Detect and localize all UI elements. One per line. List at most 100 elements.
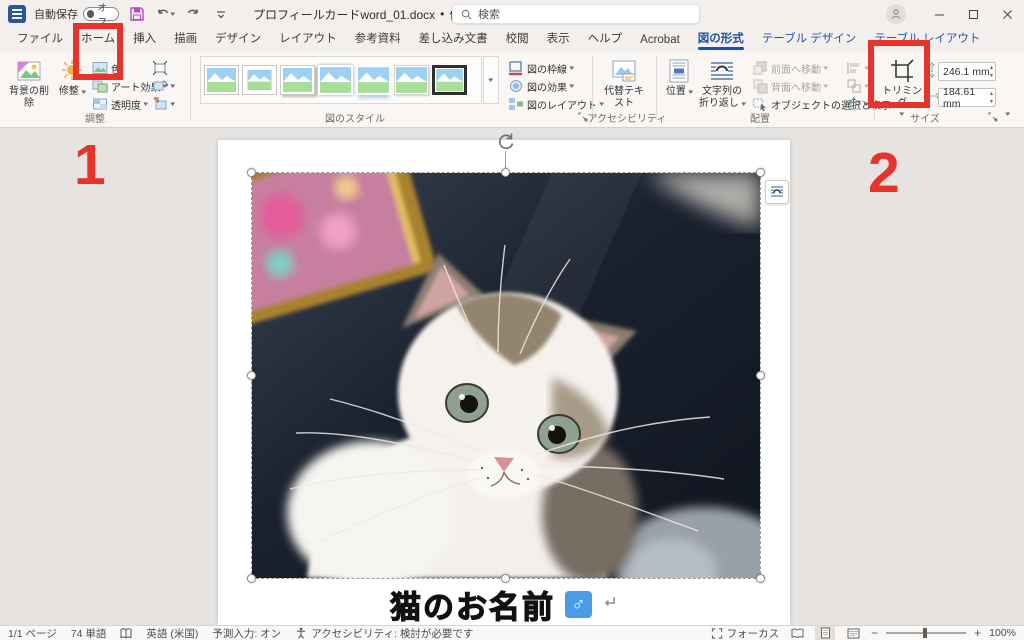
tab-layout[interactable]: レイアウト (270, 26, 346, 52)
redo-button[interactable] (183, 4, 203, 24)
shape-width-input[interactable]: 184.61 mm ▴▾ (938, 88, 996, 107)
read-mode-button[interactable] (787, 626, 807, 640)
change-picture-button[interactable]: ▾ (152, 78, 175, 94)
focus-mode-button[interactable]: フォーカス (711, 626, 780, 640)
adjust-group-label: 調整 (60, 110, 130, 125)
search-input[interactable]: 検索 (452, 4, 700, 24)
minimize-button[interactable] (922, 0, 956, 28)
caption-text[interactable]: 猫のお名前 (390, 582, 555, 627)
autosave-label: 自動保存 (34, 6, 78, 22)
redo-icon (185, 6, 201, 22)
picture-style-5[interactable] (356, 65, 391, 95)
picture-layout-icon (508, 96, 524, 112)
bring-forward-button[interactable]: 前面へ移動 ▾ (752, 60, 828, 76)
web-layout-icon (847, 628, 860, 639)
tab-help[interactable]: ヘルプ (579, 26, 632, 52)
saved-separator: • (440, 7, 444, 21)
resize-handle-ne[interactable] (756, 168, 765, 177)
position-button[interactable]: 位置 ▾ (662, 58, 696, 98)
zoom-slider-handle[interactable] (923, 628, 927, 638)
page-indicator[interactable]: 1/1 ページ (8, 626, 57, 640)
web-layout-button[interactable] (843, 626, 863, 640)
gallery-more-button[interactable]: ▾ (483, 56, 499, 104)
title-bar: 自動保存 オフ ▾ プロフィールカードword_01.docx • 保 (0, 0, 1024, 28)
size-dialog-launcher[interactable] (988, 112, 998, 122)
tab-references[interactable]: 参考資料 (346, 26, 410, 52)
status-right: フォーカス − + 100% (711, 626, 1016, 640)
zoom-in-button[interactable]: + (974, 626, 981, 640)
reset-picture-button[interactable]: ▾ (152, 96, 175, 112)
maximize-icon (968, 9, 979, 20)
resize-handle-n[interactable] (501, 168, 510, 177)
corrections-label: 修整 (59, 86, 79, 97)
print-layout-button[interactable] (815, 626, 835, 640)
tab-table-design[interactable]: テーブル デザイン (753, 26, 866, 52)
paragraph-return-icon (602, 594, 618, 615)
wrap-text-button[interactable]: 文字列の折り返し ▾ (698, 58, 746, 109)
resize-handle-nw[interactable] (247, 168, 256, 177)
text-prediction-indicator[interactable]: 予測入力: オン (212, 626, 281, 640)
picture-style-3[interactable] (280, 65, 315, 95)
collapse-ribbon-button[interactable]: ▾ (1006, 110, 1010, 118)
status-bar: 1/1 ページ 74 単語 英語 (米国) 予測入力: オン アクセシビリティ:… (0, 625, 1024, 640)
picture-effects-button[interactable]: 図の効果 ▾ (508, 78, 574, 94)
artistic-effects-icon (92, 78, 108, 94)
language-indicator[interactable]: 英語 (米国) (146, 626, 198, 640)
save-button[interactable] (127, 4, 147, 24)
remove-background-button[interactable]: 背景の削除 (8, 58, 50, 109)
picture-style-1[interactable] (204, 65, 239, 95)
rotate-objects-button[interactable]: ▾ (846, 96, 869, 112)
male-symbol: ♂ (571, 594, 585, 616)
resize-handle-w[interactable] (247, 371, 256, 380)
document-page[interactable]: 猫のお名前 ♂ (218, 140, 790, 625)
maximize-button[interactable] (956, 0, 990, 28)
close-button[interactable] (990, 0, 1024, 28)
height-stepper[interactable]: ▴▾ (990, 64, 993, 80)
chevron-down-icon: ▾ (1005, 110, 1010, 118)
proofing-button[interactable] (120, 628, 132, 639)
account-button[interactable] (886, 4, 906, 24)
alt-text-button[interactable]: 代替テキスト (600, 58, 648, 109)
tab-draw[interactable]: 描画 (165, 26, 206, 52)
picture-border-button[interactable]: 図の枠線 ▾ (508, 60, 574, 76)
picture-style-6[interactable] (394, 65, 429, 95)
tab-view[interactable]: 表示 (538, 26, 579, 52)
accessibility-checker[interactable]: アクセシビリティ: 検討が必要です (295, 626, 473, 640)
tab-picture-format[interactable]: 図の形式 (689, 26, 753, 52)
tab-design[interactable]: デザイン (206, 26, 270, 52)
customize-qat-button[interactable] (211, 4, 231, 24)
picture-style-2[interactable] (242, 65, 277, 95)
undo-button[interactable]: ▾ (155, 4, 175, 24)
compress-picture-button[interactable] (152, 60, 168, 76)
zoom-slider[interactable] (886, 632, 966, 634)
position-label: 位置 (666, 86, 686, 97)
layout-options-button[interactable] (765, 180, 789, 204)
tab-review[interactable]: 校閲 (497, 26, 538, 52)
word-count[interactable]: 74 単語 (71, 626, 107, 640)
resize-handle-e[interactable] (756, 371, 765, 380)
width-stepper[interactable]: ▴▾ (990, 90, 993, 106)
rotate-handle[interactable] (495, 131, 517, 153)
picture-style-4[interactable] (318, 65, 353, 95)
align-objects-button[interactable]: ▾ (846, 60, 869, 76)
tab-file[interactable]: ファイル (8, 26, 72, 52)
picture-style-7[interactable] (432, 65, 467, 95)
tab-insert[interactable]: 挿入 (124, 26, 165, 52)
tab-mailings[interactable]: 差し込み文書 (410, 26, 497, 52)
zoom-out-button[interactable]: − (871, 626, 878, 640)
position-icon (666, 58, 692, 84)
send-backward-button[interactable]: 背面へ移動 ▾ (752, 78, 828, 94)
shape-height-input[interactable]: 246.1 mm ▴▾ (938, 62, 996, 81)
selected-picture[interactable] (252, 173, 760, 578)
zoom-level[interactable]: 100% (989, 627, 1016, 639)
focus-icon (711, 628, 723, 639)
group-objects-button[interactable]: ▾ (846, 78, 869, 94)
send-backward-label: 背面へ移動 (771, 79, 821, 94)
reset-picture-icon (152, 96, 168, 112)
tab-acrobat[interactable]: Acrobat (631, 30, 689, 52)
picture-effects-icon (508, 78, 524, 94)
group-separator (190, 56, 191, 120)
rotate-icon (495, 131, 517, 153)
autosave-toggle[interactable]: オフ (83, 7, 119, 21)
male-symbol-badge[interactable]: ♂ (565, 591, 592, 618)
